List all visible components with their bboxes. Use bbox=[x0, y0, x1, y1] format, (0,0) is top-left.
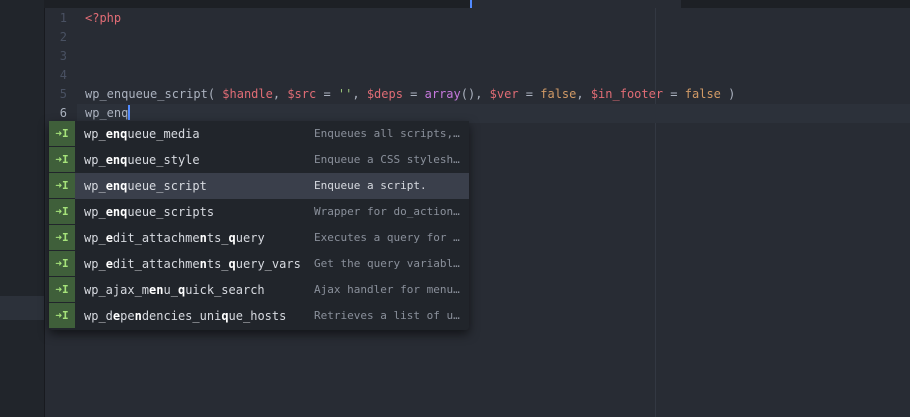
suggestion-description: Enqueue a script. bbox=[314, 179, 427, 192]
punctuation: , bbox=[352, 87, 367, 101]
suggestion-text: wp_enqueue_scripts bbox=[84, 205, 215, 219]
punctuation: ) bbox=[720, 87, 736, 101]
snippet-icon: ➜I bbox=[49, 251, 75, 277]
tree-view-selected-item[interactable] bbox=[0, 296, 44, 320]
snippet-icon: ➜I bbox=[49, 199, 75, 225]
autocomplete-item[interactable]: ➜I wp_dependencies_unique_hosts Retrieve… bbox=[49, 303, 469, 329]
wrap-guide bbox=[655, 8, 656, 417]
keyword: array bbox=[424, 87, 461, 101]
suggestion-text: wp_dependencies_unique_hosts bbox=[84, 309, 287, 323]
suggestion-text: wp_enqueue_script bbox=[84, 179, 207, 193]
line-number: 3 bbox=[59, 49, 67, 63]
line-number: 2 bbox=[59, 30, 67, 44]
punctuation: , bbox=[272, 87, 288, 101]
suggestion-description: Enqueue a CSS stylesh… bbox=[314, 153, 460, 166]
variable: $ver bbox=[489, 87, 519, 101]
autocomplete-menu[interactable]: ➜I wp_enqueue_media Enqueues all scripts… bbox=[49, 121, 469, 330]
tree-view-panel bbox=[0, 0, 44, 417]
autocomplete-item[interactable]: ➜I wp_edit_attachments_query Executes a … bbox=[49, 225, 469, 251]
suggestion-description: Ajax handler for menu… bbox=[314, 283, 460, 296]
suggestion-text: wp_enqueue_style bbox=[84, 153, 200, 167]
line-number: 4 bbox=[59, 68, 67, 82]
constant: false bbox=[684, 87, 721, 101]
variable: $handle bbox=[222, 87, 273, 101]
php-open-tag: <?php bbox=[85, 11, 122, 25]
punctuation: , bbox=[576, 87, 591, 101]
suggestion-text: wp_ajax_menu_quick_search bbox=[84, 283, 265, 297]
autocomplete-item[interactable]: ➜I wp_enqueue_scripts Wrapper for do_act… bbox=[49, 199, 469, 225]
typed-prefix: wp_enq bbox=[85, 106, 129, 120]
tab-active-indicator bbox=[470, 0, 472, 8]
autocomplete-item[interactable]: ➜I wp_ajax_menu_quick_search Ajax handle… bbox=[49, 277, 469, 303]
code-line-5[interactable]: wp_enqueue_script( $handle, $src = '', $… bbox=[85, 85, 735, 104]
tab-bar bbox=[44, 0, 910, 8]
tab-active[interactable] bbox=[471, 0, 681, 8]
suggestion-description: Get the query variabl… bbox=[314, 257, 460, 270]
punctuation: = bbox=[518, 87, 541, 101]
snippet-icon: ➜I bbox=[49, 173, 75, 199]
function-name: wp_enqueue_script bbox=[85, 87, 208, 101]
suggestion-text: wp_edit_attachments_query_vars bbox=[84, 257, 301, 271]
autocomplete-item[interactable]: ➜I wp_edit_attachments_query_vars Get th… bbox=[49, 251, 469, 277]
suggestion-text: wp_enqueue_media bbox=[84, 127, 200, 141]
autocomplete-item[interactable]: ➜I wp_enqueue_style Enqueue a CSS styles… bbox=[49, 147, 469, 173]
snippet-icon: ➜I bbox=[49, 303, 75, 329]
punctuation: = bbox=[663, 87, 685, 101]
punctuation: (), bbox=[460, 87, 490, 101]
snippet-icon: ➜I bbox=[49, 225, 75, 251]
variable: $deps bbox=[366, 87, 403, 101]
snippet-icon: ➜I bbox=[49, 277, 75, 303]
punctuation: = bbox=[316, 87, 338, 101]
suggestion-text: wp_edit_attachments_query bbox=[84, 231, 265, 245]
punctuation: ( bbox=[207, 87, 223, 101]
suggestion-description: Retrieves a list of u… bbox=[314, 309, 460, 322]
constant: false bbox=[540, 87, 577, 101]
autocomplete-item-selected[interactable]: ➜I wp_enqueue_script Enqueue a script. bbox=[49, 173, 469, 199]
autocomplete-item[interactable]: ➜I wp_enqueue_media Enqueues all scripts… bbox=[49, 121, 469, 147]
text-cursor bbox=[128, 105, 131, 120]
suggestion-description: Enqueues all scripts,… bbox=[314, 127, 460, 140]
snippet-icon: ➜I bbox=[49, 121, 75, 147]
punctuation: = bbox=[402, 87, 425, 101]
suggestion-description: Wrapper for do_action… bbox=[314, 205, 460, 218]
string-literal: '' bbox=[337, 87, 353, 101]
code-line-1[interactable]: <?php bbox=[85, 9, 121, 28]
line-number: 5 bbox=[59, 87, 67, 101]
variable: $in_footer bbox=[590, 87, 664, 101]
line-number: 1 bbox=[59, 11, 67, 25]
snippet-icon: ➜I bbox=[49, 147, 75, 173]
suggestion-description: Executes a query for … bbox=[314, 231, 460, 244]
variable: $src bbox=[287, 87, 317, 101]
